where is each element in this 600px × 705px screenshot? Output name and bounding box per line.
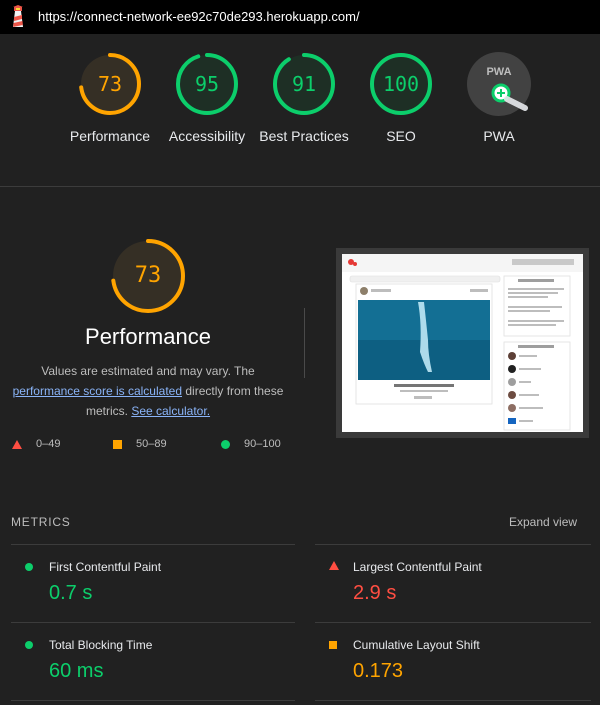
category-label: Performance [69, 128, 151, 144]
metric-fcp: First Contentful Paint 0.7 s [25, 559, 295, 605]
metrics-heading: METRICS [11, 515, 71, 529]
metric-divider [11, 700, 295, 701]
note-text: Values are estimated and may vary. The [41, 364, 255, 378]
category-pwa[interactable]: PWA PWA [451, 52, 547, 146]
best-practices-gauge: 91 [272, 52, 336, 116]
see-calculator-link[interactable]: See calculator. [131, 404, 210, 418]
metric-value: 0.173 [353, 660, 404, 682]
category-accessibility[interactable]: 95 Accessibility [159, 52, 255, 146]
performance-big-score: 73 [134, 263, 162, 288]
square-icon [113, 439, 122, 449]
category-performance[interactable]: 73 Performance [62, 52, 158, 146]
metric-name: First Contentful Paint [49, 560, 162, 574]
metric-lcp: Largest Contentful Paint 2.9 s [329, 559, 599, 605]
category-label: PWA [483, 128, 515, 144]
score-calculated-link[interactable]: performance score is calculated [13, 384, 182, 398]
category-best-practices[interactable]: 91 Best Practices [256, 52, 352, 146]
performance-note: Values are estimated and may vary. The p… [6, 361, 290, 421]
pwa-icon: PWA [467, 52, 531, 116]
metric-value: 2.9 s [353, 582, 397, 604]
metric-divider [315, 700, 591, 701]
legend-range: 50–89 [136, 438, 167, 450]
performance-gauge: 73 [78, 52, 142, 116]
metric-divider [315, 622, 591, 623]
triangle-icon [12, 439, 22, 449]
average-square-icon [329, 641, 337, 649]
metric-cls: Cumulative Layout Shift 0.173 [329, 637, 599, 683]
legend-pass: 90–100 [221, 438, 281, 450]
pass-circle-icon [25, 563, 33, 571]
final-screenshot[interactable] [336, 248, 589, 438]
expand-view-toggle[interactable]: Expand view [509, 515, 577, 529]
legend-range: 0–49 [36, 438, 61, 450]
seo-score: 100 [382, 72, 420, 96]
pass-circle-icon [25, 641, 33, 649]
metric-value: 0.7 s [49, 582, 93, 604]
performance-score: 73 [97, 72, 123, 96]
section-divider [0, 186, 600, 187]
accessibility-score: 95 [194, 72, 220, 96]
address-bar: https://connect-network-ee92c70de293.her… [0, 0, 600, 34]
performance-title: Performance [85, 324, 211, 349]
lighthouse-icon [13, 5, 23, 27]
legend-fail: 0–49 [12, 438, 60, 450]
metric-name: Total Blocking Time [49, 638, 153, 652]
legend-average: 50–89 [113, 438, 167, 450]
metric-divider [11, 622, 295, 623]
performance-big-gauge: 73 [110, 238, 186, 314]
metric-tbt: Total Blocking Time 60 ms [25, 637, 295, 683]
screenshot-page [342, 254, 583, 432]
metric-value: 60 ms [49, 660, 104, 682]
metric-divider [315, 544, 591, 545]
seo-gauge: 100 [369, 52, 433, 116]
metric-name: Cumulative Layout Shift [353, 638, 480, 652]
circle-icon [221, 439, 230, 449]
category-label: Best Practices [259, 128, 349, 144]
page-url[interactable]: https://connect-network-ee92c70de293.her… [38, 9, 360, 24]
legend-range: 90–100 [244, 438, 281, 450]
pwa-icon-text: PWA [486, 66, 511, 78]
pwa-badge: PWA [467, 52, 531, 116]
accessibility-gauge: 95 [175, 52, 239, 116]
metric-name: Largest Contentful Paint [353, 560, 482, 574]
category-label: Accessibility [168, 128, 246, 144]
category-seo[interactable]: 100 SEO [353, 52, 449, 146]
vertical-separator [304, 308, 305, 378]
category-label: SEO [386, 128, 416, 144]
fail-triangle-icon [329, 561, 339, 570]
best-practices-score: 91 [291, 72, 317, 96]
metric-divider [11, 544, 295, 545]
